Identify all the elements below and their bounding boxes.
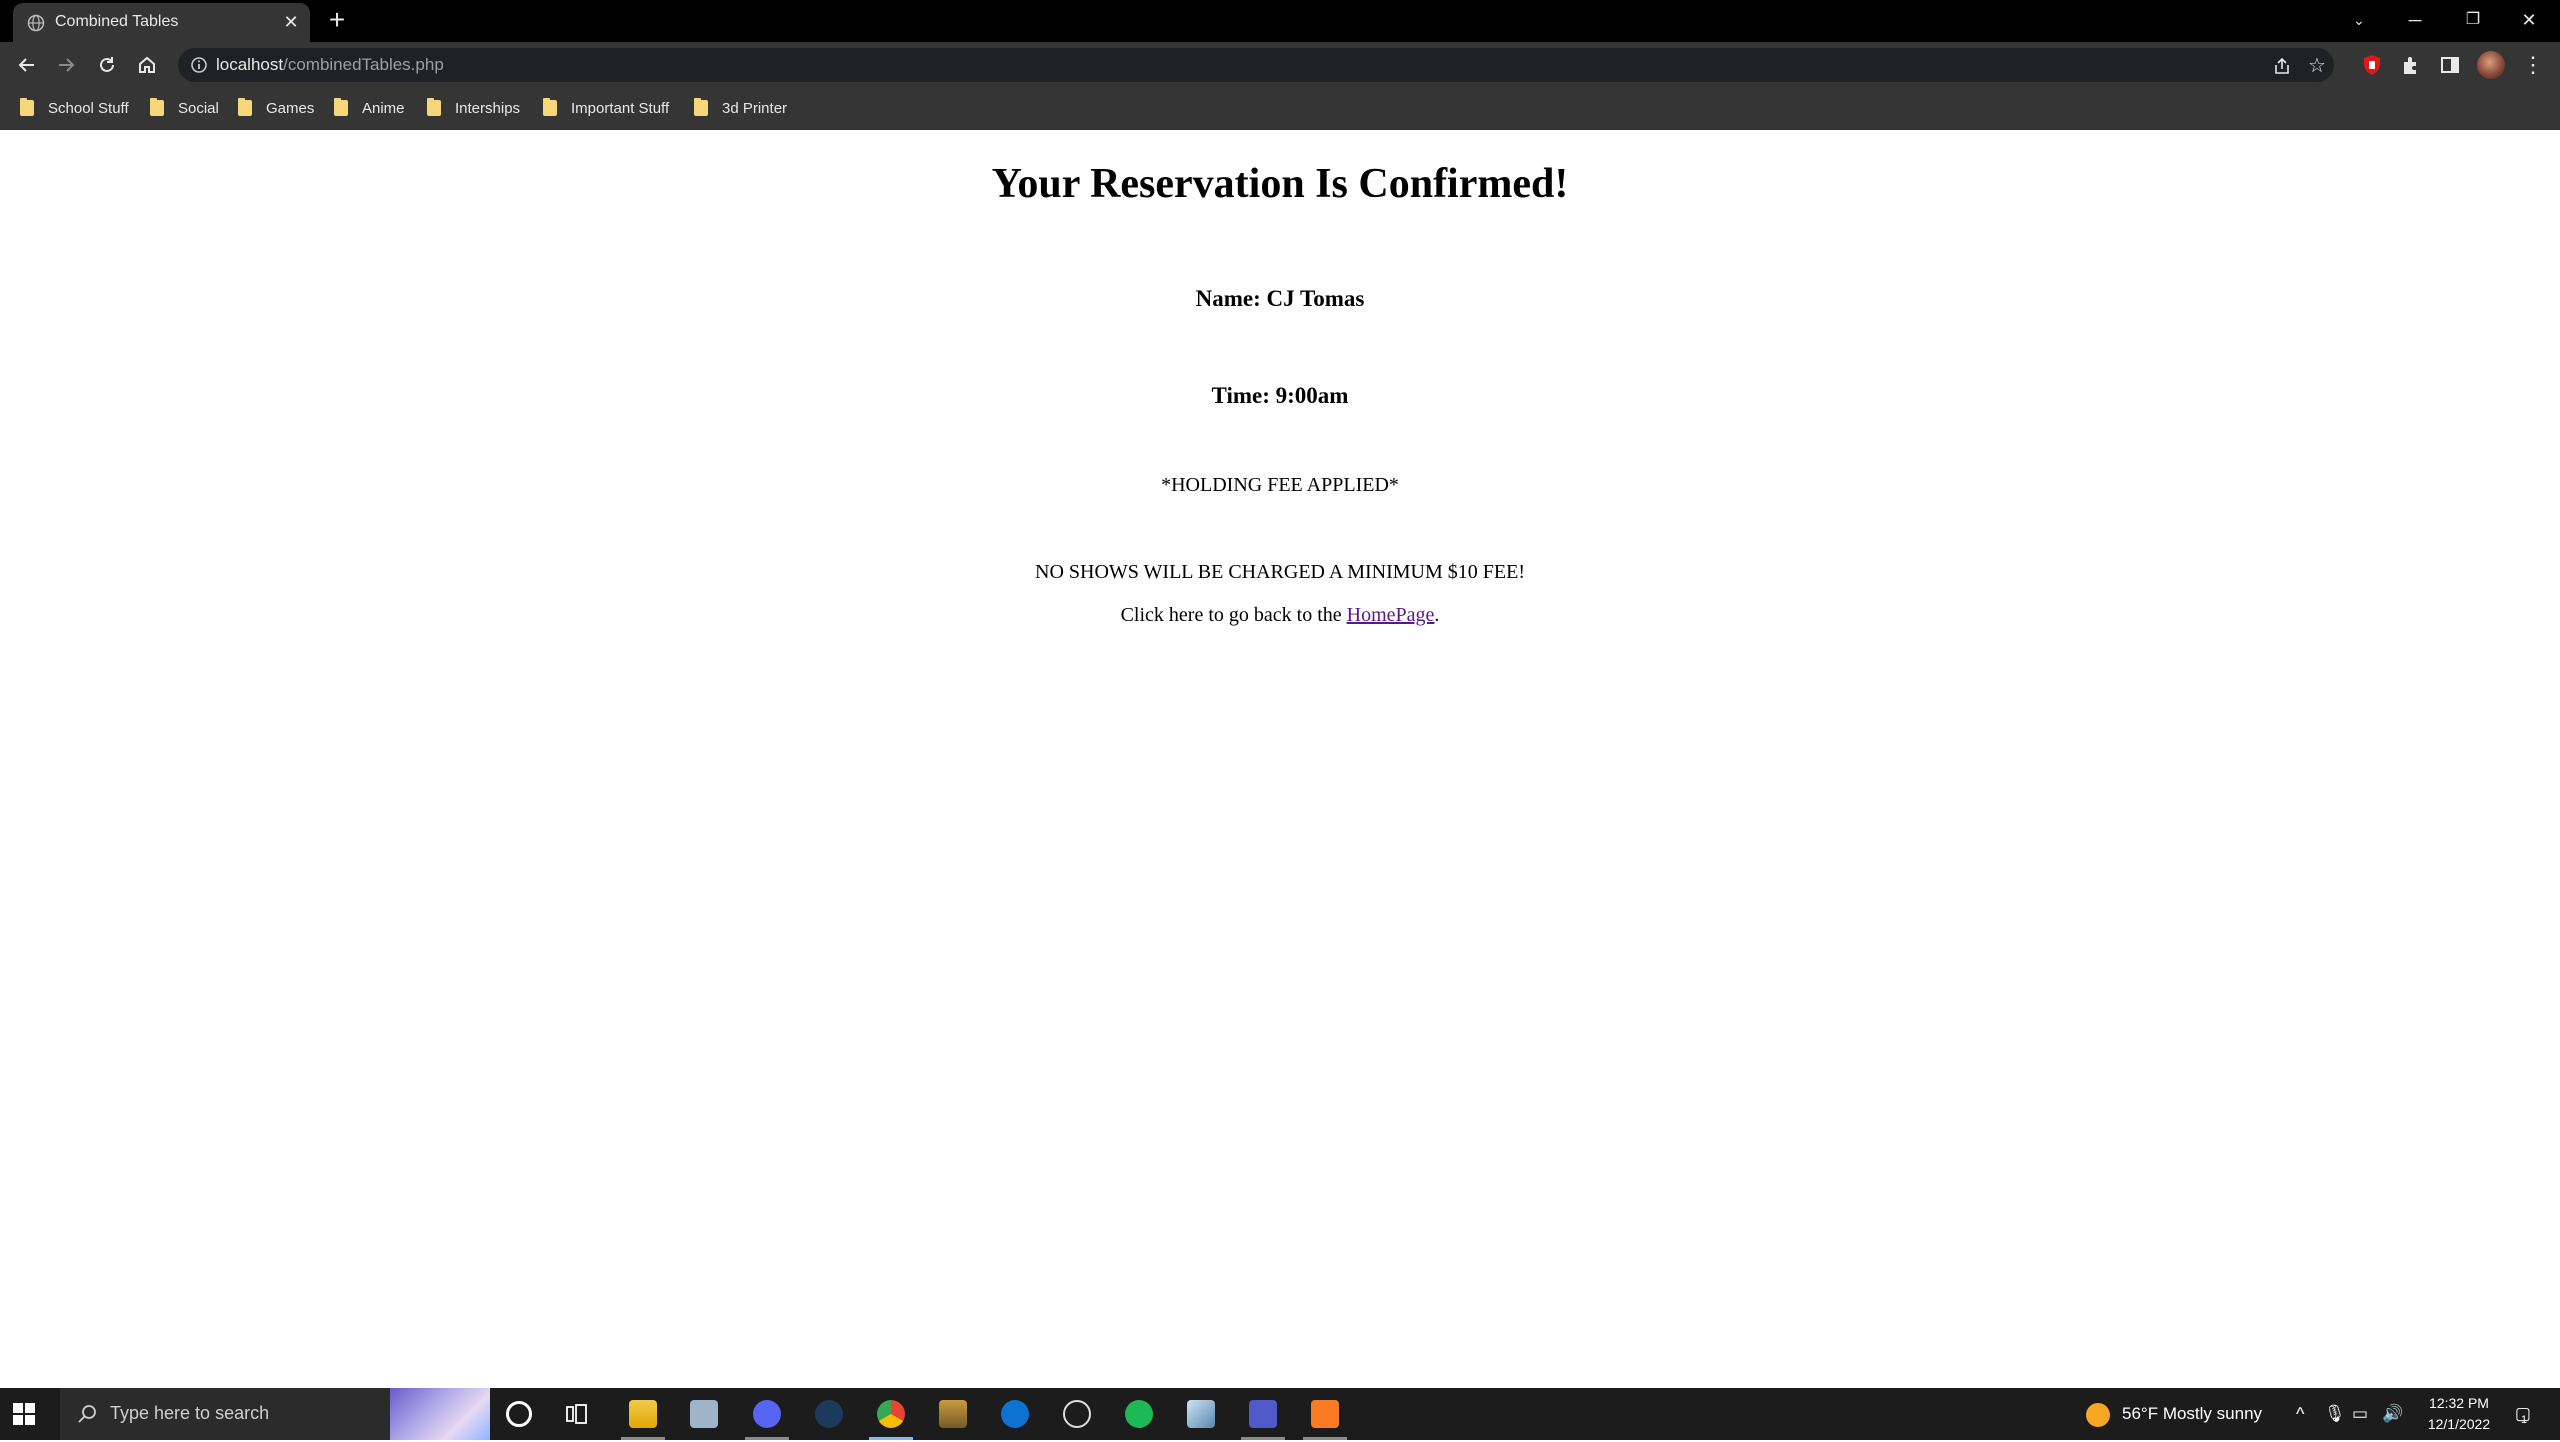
- bookmark-school-stuff[interactable]: School Stuff: [20, 97, 129, 119]
- notification-count: 1: [2520, 1414, 2528, 1426]
- address-bar[interactable]: localhost/combinedTables.php ☆: [178, 48, 2334, 82]
- taskbar: Type here to search 56°F Mostly sunny ^ …: [0, 1388, 2560, 1440]
- folder-icon: [20, 98, 34, 116]
- tab-search-chevron-icon[interactable]: ⌄: [2344, 6, 2374, 34]
- notepad-icon[interactable]: [1187, 1400, 1215, 1428]
- info-icon[interactable]: [190, 56, 208, 74]
- holding-fee-notice: *HOLDING FEE APPLIED*: [1161, 474, 1399, 496]
- bookmark-social[interactable]: Social: [150, 97, 219, 119]
- profile-avatar[interactable]: [2477, 51, 2505, 79]
- steam-icon[interactable]: [815, 1400, 843, 1428]
- file-explorer-icon[interactable]: [629, 1400, 657, 1428]
- bookmark-label: Games: [266, 99, 315, 117]
- spotify-icon[interactable]: [1125, 1400, 1153, 1428]
- tab-title: Combined Tables: [55, 13, 179, 30]
- no-show-notice: NO SHOWS WILL BE CHARGED A MINIMUM $10 F…: [1035, 561, 1525, 583]
- mail-app-icon[interactable]: [690, 1400, 718, 1428]
- bookmark-label: Social: [178, 99, 219, 117]
- bookmark-interships[interactable]: Interships: [427, 97, 520, 119]
- xampp-icon[interactable]: [1311, 1400, 1339, 1428]
- search-icon: [78, 1405, 96, 1423]
- notifications-button[interactable]: ▢1: [2512, 1388, 2540, 1440]
- folder-icon: [694, 98, 708, 116]
- url-host: localhost: [216, 55, 284, 74]
- teams-icon[interactable]: [1249, 1400, 1277, 1428]
- close-window-button[interactable]: ✕: [2514, 6, 2544, 34]
- bookmark-star-icon[interactable]: ☆: [2306, 55, 2328, 77]
- reload-button[interactable]: [92, 50, 122, 80]
- close-tab-icon[interactable]: ✕: [281, 12, 301, 32]
- globe-icon: [27, 14, 45, 32]
- volume-icon[interactable]: 🔊: [2382, 1388, 2403, 1440]
- share-icon[interactable]: [2272, 56, 2292, 76]
- league-of-legends-icon[interactable]: [939, 1400, 967, 1428]
- back-text: Click here to go back to the: [1120, 604, 1347, 626]
- folder-icon: [427, 98, 441, 116]
- side-panel-icon[interactable]: [2437, 52, 2463, 78]
- reservation-name: Name: CJ Tomas: [1195, 286, 1365, 311]
- new-tab-button[interactable]: +: [325, 6, 349, 34]
- folder-icon: [334, 98, 348, 116]
- bookmark-label: Anime: [362, 99, 405, 117]
- taskbar-search-box[interactable]: Type here to search: [60, 1388, 490, 1440]
- browser-toolbar: localhost/combinedTables.php ☆ ⋮: [0, 42, 2560, 87]
- bookmark-3d-printer[interactable]: 3d Printer: [694, 97, 787, 119]
- microphone-icon[interactable]: 🎙: [2324, 1388, 2346, 1440]
- page-content: Your Reservation Is Confirmed! Name: CJ …: [0, 130, 2560, 1388]
- homepage-link[interactable]: HomePage: [1347, 604, 1435, 626]
- bookmark-anime[interactable]: Anime: [334, 97, 405, 119]
- browser-tab-bar: Combined Tables ✕ + ⌄ ─ ❐ ✕: [0, 0, 2560, 42]
- system-clock[interactable]: 12:32 PM 12/1/2022: [2414, 1393, 2504, 1435]
- bookmark-label: School Stuff: [48, 99, 129, 117]
- reservation-time: Time: 9:00am: [1211, 383, 1349, 408]
- weather-widget[interactable]: 56°F Mostly sunny: [2086, 1388, 2262, 1440]
- puzzle-icon[interactable]: [2398, 52, 2424, 78]
- clock-date: 12/1/2022: [2427, 1416, 2491, 1432]
- search-placeholder: Type here to search: [110, 1403, 270, 1423]
- chrome-icon[interactable]: [877, 1400, 905, 1428]
- cortana-icon[interactable]: [506, 1401, 532, 1427]
- url-path: /combinedTables.php: [283, 55, 444, 74]
- page-title: Your Reservation Is Confirmed!: [991, 161, 1569, 207]
- arrow-right-icon: [59, 58, 75, 72]
- windows-start-icon[interactable]: [12, 1402, 36, 1426]
- task-view-icon[interactable]: [564, 1400, 592, 1428]
- tab-combined-tables[interactable]: Combined Tables ✕: [13, 3, 310, 42]
- search-highlight-image: [390, 1388, 490, 1440]
- obs-icon[interactable]: [1063, 1400, 1091, 1428]
- home-icon: [139, 56, 155, 73]
- weather-text: 56°F Mostly sunny: [2122, 1404, 2263, 1423]
- bookmark-games[interactable]: Games: [238, 97, 314, 119]
- url-text[interactable]: localhost/combinedTables.php: [216, 55, 444, 75]
- bookmark-label: 3d Printer: [722, 99, 788, 117]
- bookmark-important-stuff[interactable]: Important Stuff: [543, 97, 669, 119]
- reload-icon: [100, 57, 114, 72]
- folder-icon: [150, 98, 164, 116]
- bookmark-label: Interships: [455, 99, 521, 117]
- network-icon[interactable]: ▭: [2352, 1388, 2368, 1440]
- discord-icon[interactable]: [753, 1400, 781, 1428]
- back-button[interactable]: [12, 50, 42, 80]
- chrome-menu-icon[interactable]: ⋮: [2518, 50, 2548, 80]
- sun-cloud-icon: [2086, 1402, 2110, 1427]
- clock-time: 12:32 PM: [2429, 1395, 2489, 1411]
- folder-icon: [543, 98, 557, 116]
- minimize-button[interactable]: ─: [2400, 6, 2430, 34]
- chevron-up-icon[interactable]: ^: [2296, 1388, 2304, 1440]
- home-button[interactable]: [132, 50, 162, 80]
- vscode-icon[interactable]: [1001, 1400, 1029, 1428]
- back-suffix: .: [1434, 604, 1440, 626]
- forward-button[interactable]: [51, 50, 81, 80]
- arrow-left-icon: [18, 58, 34, 72]
- bookmark-label: Important Stuff: [571, 99, 670, 117]
- back-to-home-text: Click here to go back to the HomePage.: [0, 604, 2560, 627]
- bookmarks-bar: School Stuff Social Games Anime Intershi…: [0, 87, 2560, 130]
- restore-button[interactable]: ❐: [2458, 6, 2488, 34]
- extension-shield-icon[interactable]: [2359, 52, 2385, 78]
- folder-icon: [238, 98, 252, 116]
